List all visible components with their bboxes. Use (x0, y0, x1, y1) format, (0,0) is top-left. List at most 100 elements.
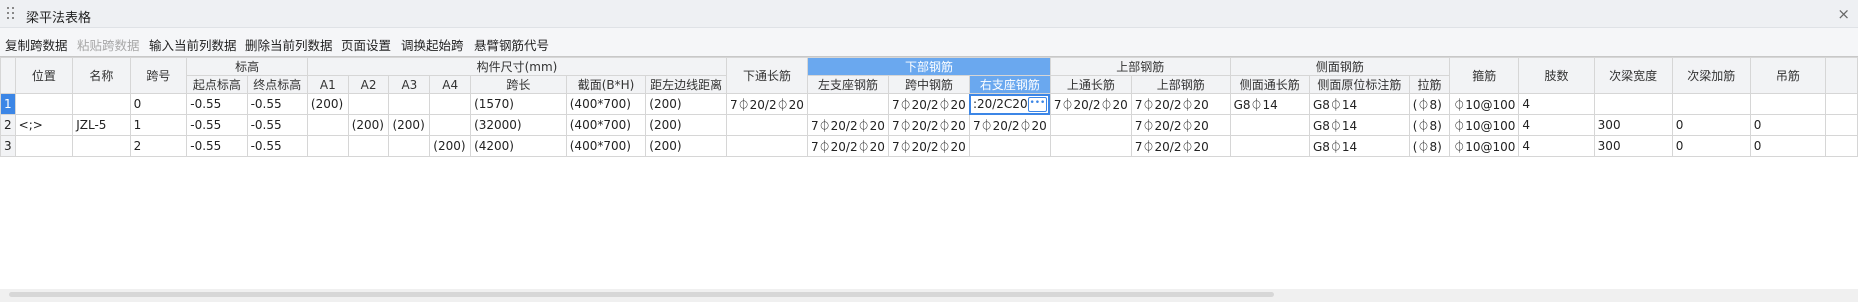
fill-handle[interactable] (1047, 112, 1050, 114)
row-number[interactable]: 3 (0, 135, 16, 157)
row-number[interactable]: 2 (0, 114, 16, 136)
cell-top-through[interactable] (1049, 135, 1132, 157)
cell-a2[interactable] (347, 93, 390, 115)
col-side-origin[interactable]: 侧面原位标注筋 (1308, 75, 1410, 94)
cell-a3[interactable]: (200) (388, 114, 431, 136)
cell-top-through[interactable]: 7⏀20/2⏀20 (1049, 93, 1132, 115)
cell-legs[interactable]: 4 (1518, 93, 1595, 115)
col-hanger[interactable]: 吊筋 (1749, 57, 1826, 94)
col-start-elevation[interactable]: 起点标高 (186, 75, 248, 94)
col-a4[interactable]: A4 (429, 75, 472, 94)
cantilever-code-button[interactable]: 悬臂钢筋代号 (474, 35, 549, 54)
col-top-through[interactable]: 上通长筋 (1049, 75, 1132, 94)
cell-a1[interactable]: (200) (306, 93, 349, 115)
cell-tie-bar[interactable]: (⏀8) (1408, 135, 1451, 157)
cell-mid-span[interactable]: 7⏀20/2⏀20 (887, 114, 970, 136)
cell-start-elevation[interactable]: -0.55 (186, 135, 248, 157)
cell-mid-span[interactable]: 7⏀20/2⏀20 (887, 135, 970, 157)
cell-right-support[interactable] (968, 135, 1051, 157)
active-cell-right-support[interactable]: :20/2C20 ••• (968, 93, 1051, 115)
cell-position[interactable] (14, 135, 74, 157)
col-secondary-beam-add[interactable]: 次梁加筋 (1671, 57, 1751, 94)
cell-stirrup[interactable]: ⏀10@100 (1449, 93, 1520, 115)
cell-top-rebar[interactable]: 7⏀20/2⏀20 (1130, 114, 1231, 136)
drag-grip-icon[interactable] (7, 7, 15, 21)
paste-span-button[interactable]: 粘贴跨数据 (77, 35, 140, 54)
cell-name[interactable] (72, 135, 131, 157)
cell-position[interactable] (14, 93, 74, 115)
cell-a1[interactable] (306, 114, 349, 136)
table-row[interactable]: 3 2 -0.55 -0.55 (200) (4200) (400*700) (… (0, 135, 1858, 157)
cell-name[interactable] (72, 93, 131, 115)
table-row[interactable]: 2 <;> JZL-5 1 -0.55 -0.55 (200) (200) (3… (0, 114, 1858, 136)
copy-span-button[interactable]: 复制跨数据 (5, 35, 68, 54)
cell-side-origin[interactable]: G8⏀14 (1308, 93, 1410, 115)
col-span-no[interactable]: 跨号 (129, 57, 188, 94)
swap-start-span-button[interactable]: 调换起始跨 (401, 35, 464, 54)
page-setup-button[interactable]: 页面设置 (341, 35, 391, 54)
cell-secondary-beam-add[interactable]: 0 (1671, 114, 1751, 136)
col-end-elevation[interactable]: 终点标高 (246, 75, 308, 94)
col-bottom-through[interactable]: 下通长筋 (726, 57, 808, 94)
col-tie-bar[interactable]: 拉筋 (1408, 75, 1451, 94)
cell-a4[interactable]: (200) (429, 135, 472, 157)
cell-a4[interactable] (429, 93, 472, 115)
cell-a2[interactable] (347, 135, 390, 157)
cell-a3[interactable] (388, 93, 431, 115)
table-row[interactable]: 1 0 -0.55 -0.55 (200) (1570) (400*700) (… (0, 93, 1858, 115)
cell-edit-text[interactable]: :20/2C20 (973, 97, 1028, 111)
cell-hanger[interactable]: 0 (1749, 114, 1826, 136)
cell-secondary-beam-width[interactable]: 300 (1593, 135, 1673, 157)
cell-start-elevation[interactable]: -0.55 (186, 93, 248, 115)
col-side-through[interactable]: 侧面通长筋 (1229, 75, 1310, 94)
cell-edge-distance[interactable]: (200) (645, 93, 728, 115)
cell-span[interactable]: 0 (129, 93, 188, 115)
cell-mid-span[interactable]: 7⏀20/2⏀20 (887, 93, 970, 115)
cell-hanger[interactable] (1749, 93, 1826, 115)
cell-secondary-beam-width[interactable]: 300 (1593, 114, 1673, 136)
cell-tie-bar[interactable]: (⏀8) (1408, 114, 1451, 136)
cell-stirrup[interactable]: ⏀10@100 (1449, 114, 1520, 136)
col-stirrup[interactable]: 箍筋 (1449, 57, 1520, 94)
col-top-rebar[interactable]: 上部钢筋 (1130, 75, 1231, 94)
col-a3[interactable]: A3 (388, 75, 431, 94)
cell-side-origin[interactable]: G8⏀14 (1308, 114, 1410, 136)
col-left-support[interactable]: 左支座钢筋 (807, 75, 889, 94)
cell-legs[interactable]: 4 (1518, 135, 1595, 157)
col-a1[interactable]: A1 (306, 75, 349, 94)
cell-span-length[interactable]: (1570) (470, 93, 567, 115)
cell-end-elevation[interactable]: -0.55 (246, 114, 308, 136)
cell-a1[interactable] (306, 135, 349, 157)
cell-section[interactable]: (400*700) (565, 93, 647, 115)
cell-secondary-beam-add[interactable]: 0 (1671, 135, 1751, 157)
cell-span-length[interactable]: (32000) (470, 114, 567, 136)
cell-bottom-through[interactable]: 7⏀20/2⏀20 (726, 93, 808, 115)
close-icon[interactable]: × (1837, 5, 1850, 23)
col-edge-distance[interactable]: 距左边线距离 (645, 75, 728, 94)
col-position[interactable]: 位置 (14, 57, 74, 94)
col-span-length[interactable]: 跨长 (470, 75, 567, 94)
cell-bottom-through[interactable] (726, 135, 808, 157)
cell-left-support[interactable]: 7⏀20/2⏀20 (807, 135, 889, 157)
horizontal-scrollbar[interactable] (9, 292, 1274, 297)
cell-span-length[interactable]: (4200) (470, 135, 567, 157)
col-section[interactable]: 截面(B*H) (565, 75, 647, 94)
col-secondary-beam-width[interactable]: 次梁宽度 (1593, 57, 1673, 94)
cell-legs[interactable]: 4 (1518, 114, 1595, 136)
cell-left-support[interactable] (807, 93, 889, 115)
cell-side-through[interactable]: G8⏀14 (1229, 93, 1310, 115)
cell-tie-bar[interactable]: (⏀8) (1408, 93, 1451, 115)
col-mid-span[interactable]: 跨中钢筋 (887, 75, 970, 94)
cell-start-elevation[interactable]: -0.55 (186, 114, 248, 136)
col-name[interactable]: 名称 (72, 57, 131, 94)
cell-top-rebar[interactable]: 7⏀20/2⏀20 (1130, 135, 1231, 157)
col-a2[interactable]: A2 (347, 75, 390, 94)
cell-side-through[interactable] (1229, 135, 1310, 157)
cell-side-through[interactable] (1229, 114, 1310, 136)
delete-column-button[interactable]: 删除当前列数据 (245, 35, 333, 54)
cell-end-elevation[interactable]: -0.55 (246, 93, 308, 115)
cell-span[interactable]: 2 (129, 135, 188, 157)
more-options-icon[interactable]: ••• (1027, 97, 1047, 112)
cell-hanger[interactable]: 0 (1749, 135, 1826, 157)
cell-edge-distance[interactable]: (200) (645, 114, 728, 136)
